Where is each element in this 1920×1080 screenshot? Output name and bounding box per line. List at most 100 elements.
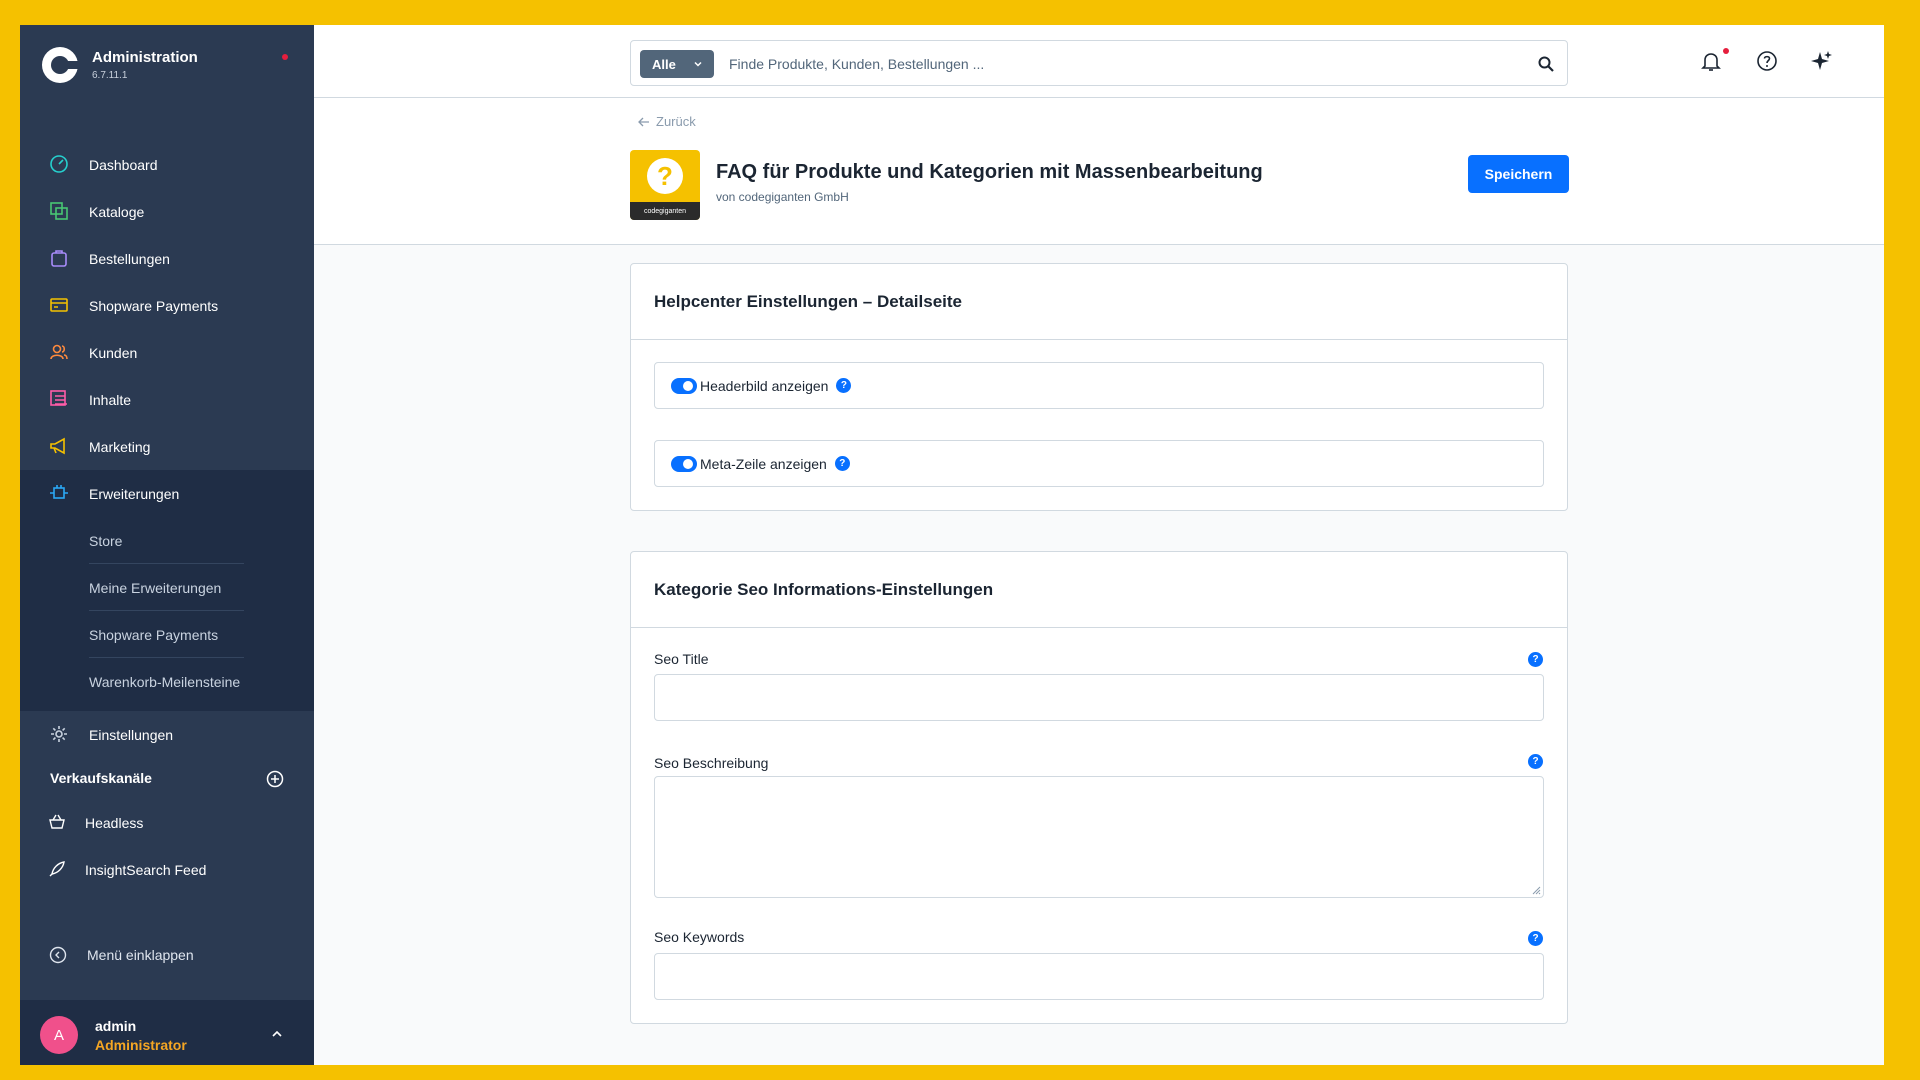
content-icon: [50, 390, 67, 406]
sidebar-item-content[interactable]: Inhalte: [20, 376, 314, 423]
sales-channels-heading: Verkaufskanäle: [50, 770, 152, 786]
extensions-submenu: Store Meine Erweiterungen Shopware Payme…: [20, 517, 314, 711]
shopware-logo-icon: [42, 47, 80, 83]
plug-icon: [50, 485, 68, 499]
back-link[interactable]: Zurück: [638, 114, 696, 129]
search-icon[interactable]: [1537, 55, 1555, 73]
seo-description-textarea[interactable]: [654, 776, 1544, 898]
sidebar-item-label: Einstellungen: [89, 726, 174, 743]
help-icon[interactable]: ?: [1528, 652, 1543, 667]
headerbild-switch-field: Headerbild anzeigen ?: [654, 362, 1544, 409]
credit-card-icon: [50, 298, 68, 312]
save-button[interactable]: Speichern: [1468, 155, 1569, 193]
search-type-label: Alle: [652, 56, 676, 72]
sidebar-item-marketing[interactable]: Marketing: [20, 423, 314, 470]
seo-description-label: Seo Beschreibung: [654, 755, 769, 771]
helpcenter-settings-card: Helpcenter Einstellungen – Detailseite H…: [630, 263, 1568, 511]
seo-keywords-label: Seo Keywords: [654, 929, 745, 945]
back-label: Zurück: [656, 114, 696, 129]
submenu-item-my-extensions[interactable]: Meine Erweiterungen: [20, 564, 314, 611]
sidebar-item-settings[interactable]: Einstellungen: [20, 711, 314, 758]
question-mark-icon: ?: [647, 158, 683, 194]
sales-channel-insightsearch-feed[interactable]: InsightSearch Feed: [20, 846, 314, 893]
sidebar-item-extensions[interactable]: Erweiterungen: [20, 470, 314, 517]
collapse-icon: [49, 946, 67, 964]
help-icon[interactable]: ?: [1528, 754, 1543, 769]
help-icon[interactable]: ?: [836, 378, 852, 393]
megaphone-icon: [50, 437, 65, 455]
avatar: A: [40, 1016, 78, 1054]
meta-zeile-switch-field: Meta-Zeile anzeigen ?: [654, 440, 1544, 487]
global-search: Alle: [630, 40, 1568, 86]
arrow-left-icon: [638, 117, 649, 126]
seo-title-input[interactable]: [654, 674, 1544, 721]
sidebar-item-label: Kunden: [89, 344, 138, 361]
sidebar-item-label: Marketing: [89, 438, 151, 455]
main-nav: Dashboard Kataloge Bestellungen Shopware…: [20, 141, 314, 758]
collapse-menu-button[interactable]: Menü einklappen: [20, 930, 314, 978]
help-icon[interactable]: ?: [1528, 931, 1543, 946]
switch-label: Headerbild anzeigen: [700, 377, 829, 394]
submenu-item-label: Meine Erweiterungen: [89, 579, 222, 596]
help-icon[interactable]: [1755, 49, 1779, 73]
bell-icon[interactable]: [1699, 49, 1723, 73]
sidebar-item-label: Kataloge: [89, 203, 145, 220]
seo-keywords-input[interactable]: [654, 953, 1544, 1000]
card-title: Helpcenter Einstellungen – Detailseite: [631, 264, 1567, 340]
main-content: Alle Zurück ? codegiganten FAQ für Produ…: [314, 25, 1884, 1065]
plugin-vendor-strip: codegiganten: [630, 202, 700, 220]
submenu-item-shopware-payments[interactable]: Shopware Payments: [20, 611, 314, 658]
card-title: Kategorie Seo Informations-Einstellungen: [631, 552, 1567, 628]
headerbild-toggle[interactable]: [671, 377, 697, 394]
sidebar-item-label: Dashboard: [89, 156, 158, 173]
seo-title-label: Seo Title: [654, 651, 709, 667]
search-type-dropdown[interactable]: Alle: [640, 50, 714, 78]
sidebar-item-catalogs[interactable]: Kataloge: [20, 188, 314, 235]
user-role: Administrator: [95, 1037, 187, 1053]
user-name: admin: [95, 1018, 137, 1034]
users-icon: [50, 344, 68, 360]
chevron-down-icon: [694, 61, 702, 67]
app-title: Administration: [92, 49, 198, 66]
add-sales-channel-icon[interactable]: [266, 770, 284, 788]
sidebar-item-label: Shopware Payments: [89, 297, 219, 314]
sparkles-icon[interactable]: [1810, 49, 1834, 73]
search-input[interactable]: [729, 49, 1509, 79]
submenu-item-cart-milestones[interactable]: Warenkorb-Meilensteine: [20, 658, 314, 705]
user-menu[interactable]: A admin Administrator: [20, 1000, 314, 1065]
catalog-icon: [50, 202, 68, 220]
basket-icon: [49, 814, 65, 829]
sidebar-item-customers[interactable]: Kunden: [20, 329, 314, 376]
sales-channel-label: InsightSearch Feed: [85, 861, 207, 878]
sidebar-item-dashboard[interactable]: Dashboard: [20, 141, 314, 188]
notification-badge: [1723, 48, 1729, 54]
switch-label: Meta-Zeile anzeigen: [700, 455, 827, 472]
sidebar: Administration 6.7.11.1 Dashboard Katalo…: [20, 25, 314, 1065]
sidebar-item-shopware-payments[interactable]: Shopware Payments: [20, 282, 314, 329]
chevron-up-icon[interactable]: [270, 1027, 284, 1041]
page-title: FAQ für Produkte und Kategorien mit Mass…: [716, 161, 1263, 183]
collapse-menu-label: Menü einklappen: [87, 946, 194, 963]
submenu-item-label: Store: [89, 532, 123, 549]
submenu-item-store[interactable]: Store: [20, 517, 314, 564]
rocket-icon: [49, 861, 65, 877]
sales-channel-label: Headless: [85, 814, 144, 831]
shopping-bag-icon: [51, 250, 67, 267]
meta-zeile-toggle[interactable]: [671, 455, 697, 472]
status-dot: [282, 54, 288, 60]
sales-channel-headless[interactable]: Headless: [20, 799, 314, 846]
sidebar-item-label: Inhalte: [89, 391, 132, 408]
top-bar: Alle: [314, 25, 1884, 98]
sidebar-item-label: Erweiterungen: [89, 485, 180, 502]
plugin-icon: ? codegiganten: [630, 150, 700, 220]
category-seo-settings-card: Kategorie Seo Informations-Einstellungen…: [630, 551, 1568, 1024]
help-icon[interactable]: ?: [834, 456, 850, 471]
sidebar-item-orders[interactable]: Bestellungen: [20, 235, 314, 282]
submenu-item-label: Warenkorb-Meilensteine: [89, 673, 241, 690]
page-header: Zurück ? codegiganten FAQ für Produkte u…: [314, 98, 1884, 245]
brand: Administration 6.7.11.1: [20, 25, 314, 109]
resize-handle-icon[interactable]: [1531, 885, 1541, 895]
gear-icon: [51, 726, 67, 742]
sidebar-item-label: Bestellungen: [89, 250, 170, 267]
dashboard-icon: [50, 155, 68, 173]
